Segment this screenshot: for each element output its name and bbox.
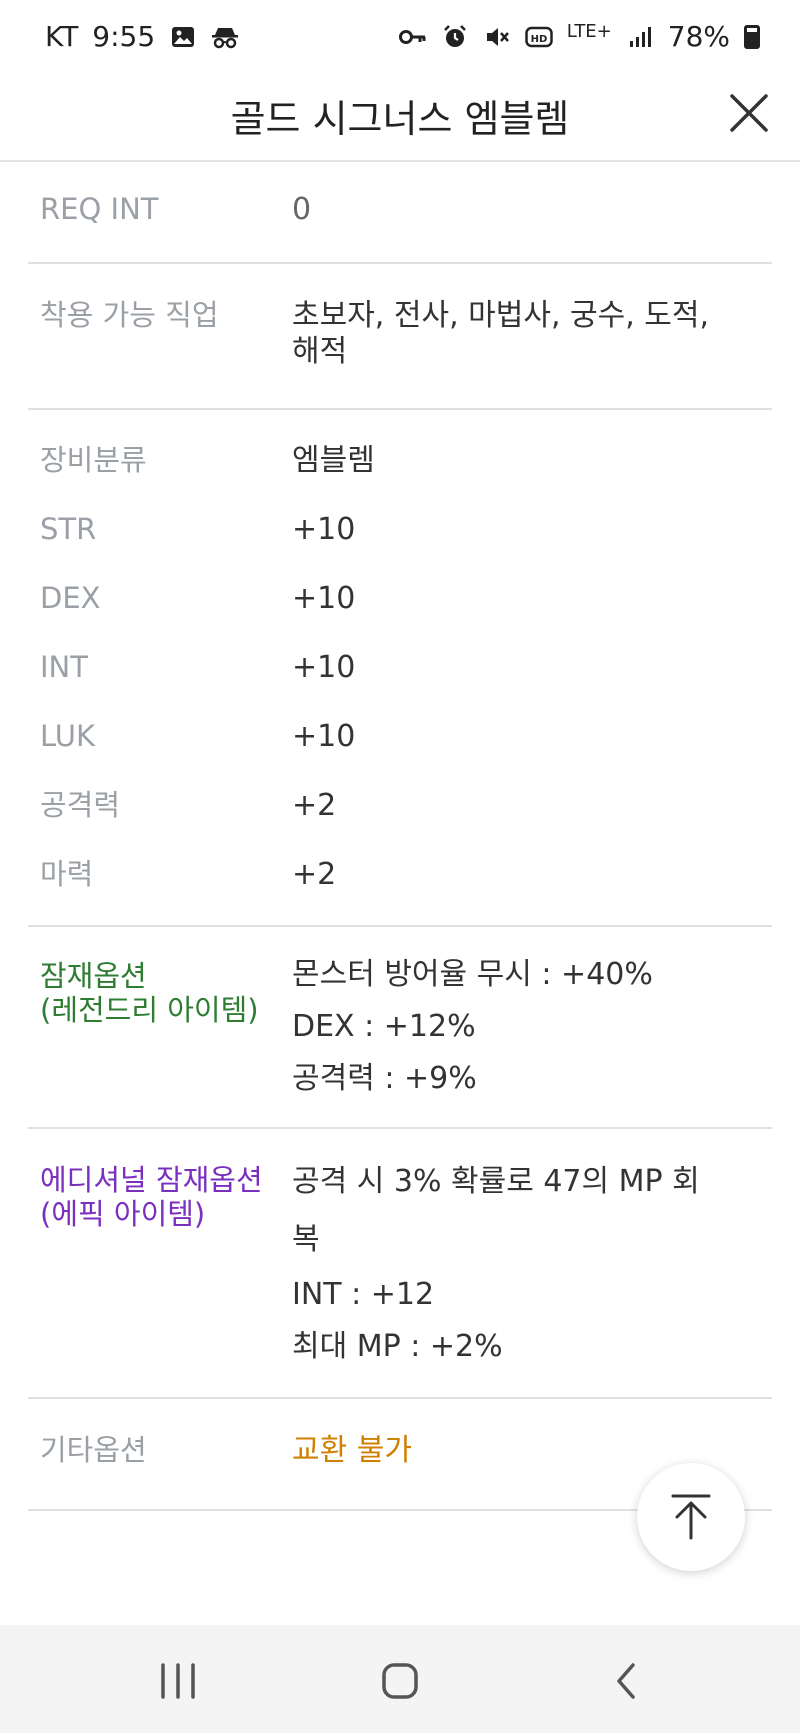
stat-label: LUK: [40, 719, 95, 753]
stat-row: 공격력 +2: [28, 771, 772, 840]
jobs-value-line: 해적: [292, 334, 348, 369]
stat-value: 엠블렘: [292, 443, 375, 478]
potential-option: 공격력 : +9%: [292, 1061, 477, 1096]
stat-row: 마력 +2: [28, 840, 772, 909]
status-bar-left: KT 9:55: [45, 20, 239, 53]
page-header: 골드 시그너스 엠블렘: [0, 76, 800, 162]
key-icon: [398, 23, 427, 51]
page-title: 골드 시그너스 엠블렘: [230, 97, 570, 141]
additional-potential-label: 에디셔널 잠재옵션 (에픽 아이템): [28, 1153, 292, 1231]
additional-potential-option: INT : +12: [292, 1277, 435, 1312]
stat-label: 장비분류: [40, 443, 147, 477]
battery-icon: [744, 24, 760, 49]
stat-label: STR: [40, 512, 97, 546]
stat-row: 장비분류 엠블렘: [28, 426, 772, 495]
stat-label: 공격력: [40, 788, 121, 822]
additional-potential-section: 에디셔널 잠재옵션 (에픽 아이템) 공격 시 3% 확률로 47의 MP 회 …: [28, 1129, 772, 1399]
recent-apps-button[interactable]: [154, 1659, 202, 1703]
battery-percent: 78%: [667, 20, 730, 53]
potential-section: 잠재옵션 (레전드리 아이템) 몬스터 방어율 무시 : +40% DEX : …: [28, 927, 772, 1129]
req-int-value: 0: [292, 192, 312, 227]
additional-potential-option: 최대 MP : +2%: [292, 1329, 503, 1364]
jobs-row: 착용 가능 직업 초보자, 전사, 마법사, 궁수, 도적, 해적: [28, 298, 772, 370]
stat-row: LUK +10: [28, 702, 772, 771]
jobs-value: 초보자, 전사, 마법사, 궁수, 도적, 해적: [292, 298, 772, 370]
jobs-value-line: 초보자, 전사, 마법사, 궁수, 도적,: [292, 298, 710, 333]
home-button[interactable]: [376, 1659, 424, 1703]
potential-option: 몬스터 방어율 무시 : +40%: [292, 957, 653, 992]
alarm-icon: [441, 23, 469, 51]
scroll-to-top-button[interactable]: [637, 1463, 745, 1571]
req-int-section: REQ INT 0: [28, 162, 772, 264]
potential-label: 잠재옵션 (레전드리 아이템): [28, 949, 292, 1027]
potential-label-line: (레전드리 아이템): [40, 993, 259, 1027]
stat-row: INT +10: [28, 633, 772, 702]
network-type-label: LTE+: [566, 20, 612, 42]
incognito-icon: [211, 23, 239, 51]
potential-option: DEX : +12%: [292, 1009, 476, 1044]
additional-potential-row: 에디셔널 잠재옵션 (에픽 아이템) 공격 시 3% 확률로 47의 MP 회 …: [28, 1153, 772, 1373]
additional-potential-option: 복: [292, 1222, 320, 1257]
arrow-up-icon: [671, 1494, 711, 1540]
clock: 9:55: [92, 20, 156, 53]
carrier-label: KT: [45, 20, 79, 53]
back-icon: [617, 1663, 635, 1699]
jobs-label: 착용 가능 직업: [40, 298, 219, 332]
potential-options: 몬스터 방어율 무시 : +40% DEX : +12% 공격력 : +9%: [292, 949, 772, 1105]
stat-label: INT: [40, 650, 88, 684]
stats-section: 장비분류 엠블렘 STR +10 DEX +10 INT +10 LUK +10…: [28, 410, 772, 927]
stat-label: DEX: [40, 581, 101, 615]
additional-potential-option: 공격 시 3% 확률로 47의 MP 회: [292, 1164, 700, 1199]
status-bar-right: HD LTE+ 78%: [398, 20, 760, 53]
stat-value: +10: [292, 581, 356, 616]
other-options-label: 기타옵션: [40, 1433, 147, 1467]
additional-potential-label-line: 에디셔널 잠재옵션: [40, 1163, 263, 1197]
stat-row: DEX +10: [28, 564, 772, 633]
req-int-label: REQ INT: [40, 192, 159, 226]
signal-icon: [626, 23, 654, 51]
other-options-row: 기타옵션 교환 불가: [28, 1433, 772, 1469]
stat-value: +2: [292, 857, 337, 892]
stat-row: STR +10: [28, 495, 772, 564]
additional-potential-label-line: (에픽 아이템): [40, 1197, 206, 1231]
svg-text:HD: HD: [530, 34, 547, 45]
potential-row: 잠재옵션 (레전드리 아이템) 몬스터 방어율 무시 : +40% DEX : …: [28, 949, 772, 1105]
additional-potential-options: 공격 시 3% 확률로 47의 MP 회 복 INT : +12 최대 MP :…: [292, 1153, 772, 1373]
close-icon: [730, 94, 768, 132]
hd-voice-icon: HD: [525, 23, 553, 51]
stat-label: 마력: [40, 857, 94, 891]
status-bar: KT 9:55 HD LTE+ 78%: [0, 0, 800, 76]
close-button[interactable]: [726, 90, 772, 136]
system-nav-bar: [0, 1625, 800, 1733]
jobs-section: 착용 가능 직업 초보자, 전사, 마법사, 궁수, 도적, 해적: [28, 264, 772, 410]
recent-apps-icon: [161, 1663, 195, 1699]
stat-value: +2: [292, 788, 337, 823]
mute-icon: [483, 23, 511, 51]
gallery-icon: [169, 23, 197, 51]
item-detail-list: REQ INT 0 착용 가능 직업 초보자, 전사, 마법사, 궁수, 도적,…: [28, 162, 772, 1511]
potential-label-line: 잠재옵션: [40, 959, 147, 993]
stat-value: +10: [292, 512, 356, 547]
req-int-row: REQ INT 0: [28, 192, 772, 228]
back-button[interactable]: [602, 1659, 650, 1703]
home-icon: [382, 1663, 418, 1699]
stat-value: +10: [292, 650, 356, 685]
stat-value: +10: [292, 719, 356, 754]
